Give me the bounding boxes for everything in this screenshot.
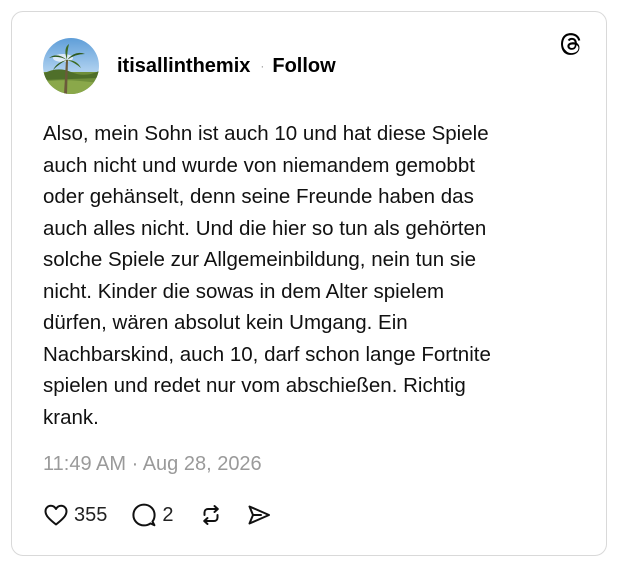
username-link[interactable]: itisallinthemix <box>117 55 250 78</box>
post-body-text: Also, mein Sohn ist auch 10 und hat dies… <box>43 122 491 429</box>
follow-button[interactable]: Follow <box>272 55 335 78</box>
avatar[interactable] <box>43 38 99 94</box>
like-button[interactable]: 355 <box>43 503 107 527</box>
share-button[interactable] <box>246 502 272 528</box>
reply-count: 2 <box>162 503 174 526</box>
threads-logo-icon[interactable] <box>558 31 584 57</box>
avatar-image <box>43 38 99 94</box>
like-count: 355 <box>74 503 108 526</box>
separator-dot: · <box>260 59 265 73</box>
repost-arrows-icon <box>202 505 219 525</box>
comment-bubble-icon <box>132 503 156 527</box>
send-icon <box>248 505 270 525</box>
post-header: itisallinthemix · Follow <box>43 38 336 94</box>
post-timestamp[interactable]: 11:49 AM · Aug 28, 2026 <box>43 453 262 476</box>
post-card: itisallinthemix · Follow Also, mein Sohn… <box>11 11 607 556</box>
repost-button[interactable] <box>198 502 224 528</box>
reply-button[interactable]: 2 <box>131 502 174 528</box>
action-bar: 355 2 <box>43 502 272 528</box>
heart-icon <box>44 504 68 526</box>
